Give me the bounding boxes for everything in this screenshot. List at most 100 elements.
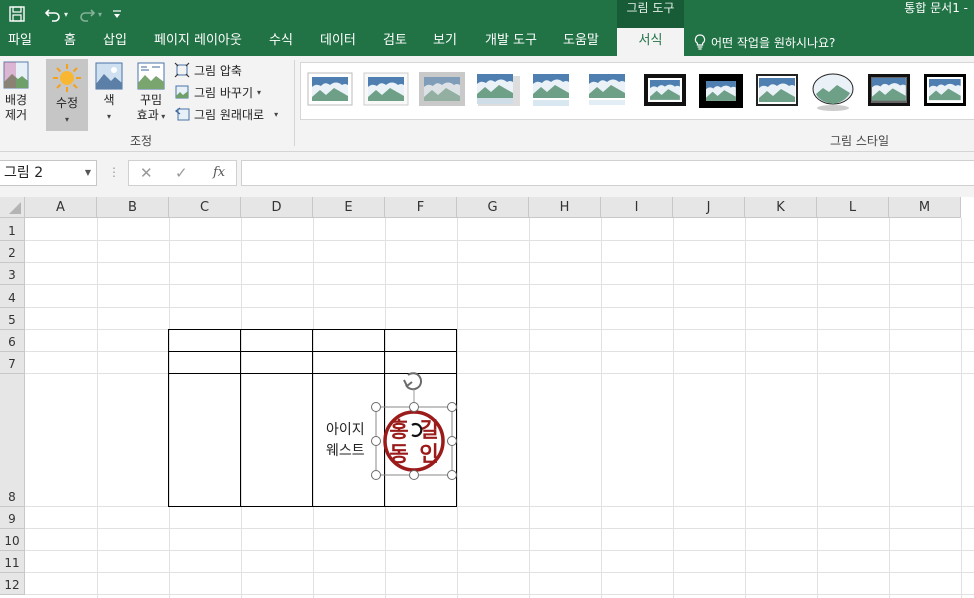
lightbulb-icon [694,34,706,50]
rotate-handle-icon[interactable] [403,372,423,391]
change-picture-dropdown-icon: ▾ [257,87,262,97]
row-header-4[interactable]: 4 [0,285,25,308]
tab-developer[interactable]: 개발 도구 [485,28,537,56]
color-button[interactable]: 색 ▾ [92,62,126,132]
tell-me-search[interactable]: 어떤 작업을 원하시나요? [694,28,835,56]
undo-icon[interactable] [44,5,62,23]
remove-background-icon [3,61,29,89]
picture-color-icon [95,62,123,90]
style-oval[interactable] [812,73,854,111]
compress-pictures-button[interactable]: 그림 압축 [174,60,242,80]
row-header-7[interactable]: 7 [0,352,25,374]
style-thick-black-frame[interactable] [699,74,743,108]
tab-page-layout[interactable]: 페이지 레이아웃 [154,28,242,56]
row-header-8[interactable]: 8 [0,374,25,507]
column-header-f[interactable]: F [385,197,457,218]
tab-formulas[interactable]: 수식 [269,28,293,56]
column-header-i[interactable]: I [601,197,673,218]
row-header-1[interactable]: 1 [0,218,25,241]
corrections-button[interactable]: 수정 ▾ [46,59,88,131]
artistic-effects-button[interactable]: 꾸밈 효과 ▾ [132,62,170,132]
reset-picture-button[interactable]: 그림 원래대로 ▾ [174,104,278,124]
tab-format[interactable]: 서식 [617,28,684,56]
reset-picture-icon [174,107,190,121]
title-bar: ▾ ▾ 그림 도구 통합 문서1 - [0,0,974,28]
column-header-e[interactable]: E [313,197,385,218]
tab-insert[interactable]: 삽입 [103,28,127,56]
document-title: 통합 문서1 - [904,1,968,15]
seal-picture[interactable]: 홍 길 동 인 [366,367,466,487]
tab-view[interactable]: 보기 [433,28,457,56]
sun-icon [53,64,81,92]
style-soft-edge[interactable] [363,72,409,106]
formula-bar-splitter[interactable]: ⋮ [108,165,120,179]
style-reflected[interactable] [533,74,569,106]
save-icon[interactable] [8,5,26,23]
remove-background-button[interactable]: 배경 제거 [0,60,32,130]
ribbon-tabs: 파일 홈 삽입 페이지 레이아웃 수식 데이터 검토 보기 개발 도구 도움말 … [0,28,974,56]
row-header-11[interactable]: 11 [0,551,25,573]
remove-background-line1: 배경 [4,93,28,107]
row-header-6[interactable]: 6 [0,330,25,352]
style-double-frame[interactable] [924,74,966,106]
style-dark-frame[interactable] [756,74,798,106]
tab-file[interactable]: 파일 [8,28,32,56]
row-header-2[interactable]: 2 [0,241,25,263]
tab-home[interactable]: 홈 [64,28,76,56]
style-simple-frame[interactable] [307,72,353,106]
style-drop-shadow[interactable] [477,74,520,106]
change-picture-button[interactable]: 그림 바꾸기 ▾ [174,82,261,102]
tab-review[interactable]: 검토 [383,28,407,56]
style-black-frame[interactable] [644,74,686,106]
cell-e8-line1[interactable]: 아이지 [326,420,365,440]
tab-data[interactable]: 데이터 [320,28,356,56]
picture-styles-gallery [300,62,974,120]
color-dropdown-icon: ▾ [106,112,111,121]
compress-label: 그림 압축 [194,63,242,78]
quick-access-toolbar: ▾ ▾ [8,3,122,25]
formula-buttons: ✕ ✓ fx [128,160,237,186]
row-header-9[interactable]: 9 [0,507,25,529]
corrections-label: 수정 [55,96,79,110]
ribbon: 배경 제거 수정 ▾ 색 ▾ 꾸밈 효과 ▾ 그림 압축 그림 바꾸기 ▾ 그림… [0,56,974,152]
enter-icon[interactable]: ✓ [175,164,188,182]
column-header-g[interactable]: G [457,197,529,218]
adjust-group-label: 조정 [130,134,153,148]
compress-icon [174,62,190,78]
customize-qat-icon[interactable] [112,8,122,20]
column-header-m[interactable]: M [889,197,961,218]
column-header-k[interactable]: K [745,197,817,218]
column-header-b[interactable]: B [97,197,169,218]
style-gray-thick-frame[interactable] [419,72,465,106]
reset-picture-label: 그림 원래대로 [194,107,265,122]
row-header-10[interactable]: 10 [0,529,25,551]
style-soft-reflected[interactable] [589,74,625,105]
column-header-h[interactable]: H [529,197,601,218]
column-header-l[interactable]: L [817,197,889,218]
insert-function-button[interactable]: fx [213,165,225,180]
column-header-a[interactable]: A [25,197,97,218]
picture-styles-group-label: 그림 스타일 [830,134,890,148]
undo-dropdown-icon[interactable]: ▾ [64,10,68,19]
column-header-c[interactable]: C [169,197,241,218]
column-header-d[interactable]: D [241,197,313,218]
cell-e8-line2[interactable]: 웨스트 [326,441,365,461]
name-box[interactable]: 그림 2 ▼ [0,160,97,186]
picture-styles-gallery-items [307,72,966,111]
seal-char-1: 홍 [389,418,408,442]
column-header-j[interactable]: J [673,197,745,218]
row-header-3[interactable]: 3 [0,263,25,285]
corrections-dropdown-icon: ▾ [64,115,69,124]
tab-help[interactable]: 도움말 [563,28,599,56]
reset-picture-dropdown-icon: ▾ [274,109,279,119]
style-metal-frame[interactable] [868,74,910,106]
seal-char-4: 인 [419,442,438,466]
name-box-dropdown-icon[interactable]: ▼ [85,161,91,185]
row-header-12[interactable]: 12 [0,573,25,595]
artistic-effects-icon [137,62,165,90]
formula-input[interactable] [241,160,974,186]
row-header-5[interactable]: 5 [0,308,25,330]
cancel-icon[interactable]: ✕ [140,164,153,182]
remove-background-line2: 제거 [4,108,28,122]
artistic-effects-line2: 효과 [136,108,159,122]
